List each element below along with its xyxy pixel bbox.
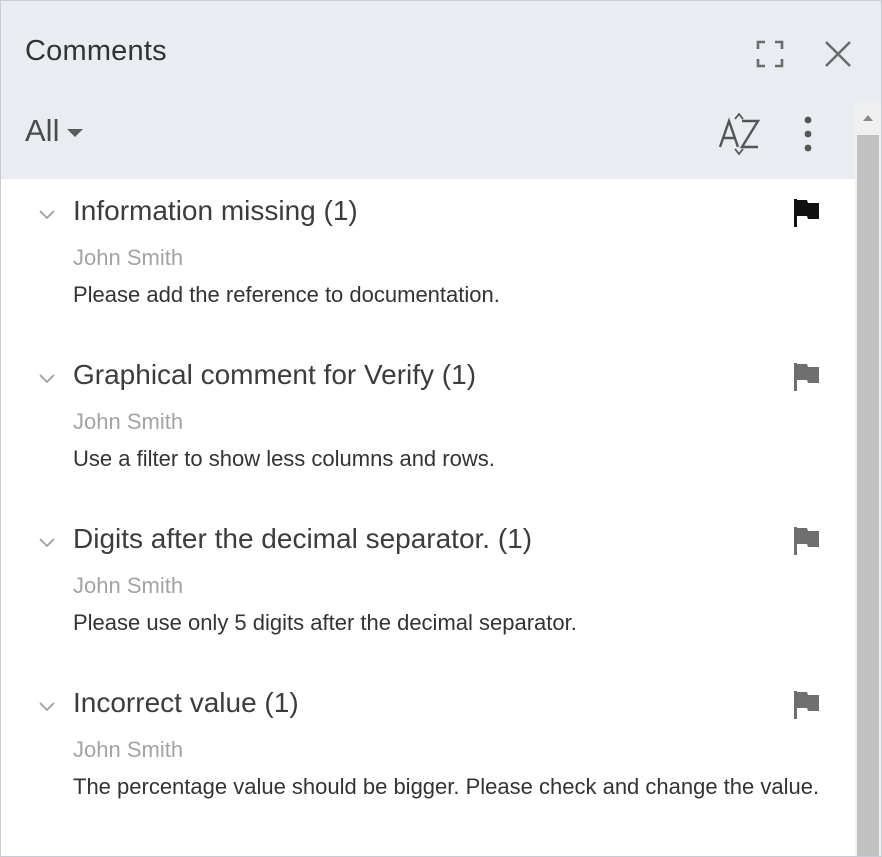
scroll-up-button[interactable] bbox=[855, 103, 881, 133]
flag-icon[interactable] bbox=[791, 197, 821, 229]
close-icon bbox=[825, 41, 851, 67]
scrollbar-thumb[interactable] bbox=[857, 135, 879, 856]
chevron-down-icon[interactable] bbox=[37, 535, 57, 549]
sort-button[interactable] bbox=[717, 113, 765, 155]
comment-text: Use a filter to show less columns and ro… bbox=[73, 446, 495, 471]
comments-panel: Comments All Information missing (1) Joh… bbox=[0, 0, 882, 857]
flag-icon[interactable] bbox=[791, 361, 821, 393]
sort-az-icon bbox=[718, 113, 761, 155]
comment-title[interactable]: Digits after the decimal separator. (1) bbox=[73, 523, 532, 555]
comment-author: John Smith bbox=[73, 737, 184, 762]
panel-title: Comments bbox=[25, 35, 167, 67]
comment-author: John Smith bbox=[73, 573, 184, 598]
chevron-down-icon[interactable] bbox=[37, 371, 57, 385]
chevron-down-icon[interactable] bbox=[37, 207, 57, 221]
close-button[interactable] bbox=[819, 35, 857, 73]
expand-icon bbox=[756, 40, 784, 68]
comment-author: John Smith bbox=[73, 245, 184, 270]
comment-title[interactable]: Information missing (1) bbox=[73, 195, 358, 227]
vertical-scrollbar[interactable] bbox=[855, 103, 881, 856]
flag-icon[interactable] bbox=[791, 689, 821, 721]
panel-header: Comments All bbox=[1, 1, 881, 179]
comment-title[interactable]: Incorrect value (1) bbox=[73, 687, 299, 719]
comments-list: Information missing (1) John Smith Pleas… bbox=[1, 179, 855, 856]
filter-dropdown[interactable]: All bbox=[25, 113, 84, 149]
expand-button[interactable] bbox=[753, 37, 787, 71]
comment-author: John Smith bbox=[73, 409, 184, 434]
flag-icon[interactable] bbox=[791, 525, 821, 557]
arrow-up-icon bbox=[863, 115, 873, 121]
comment-title[interactable]: Graphical comment for Verify (1) bbox=[73, 359, 476, 391]
comment-text: Please add the reference to documentatio… bbox=[73, 282, 500, 307]
filter-label: All bbox=[25, 113, 60, 148]
comment-text: The percentage value should be bigger. P… bbox=[73, 774, 820, 799]
more-vertical-icon bbox=[804, 116, 812, 152]
comment-text: Please use only 5 digits after the decim… bbox=[73, 610, 577, 635]
chevron-down-icon[interactable] bbox=[37, 699, 57, 713]
caret-down-icon bbox=[67, 129, 84, 137]
more-options-button[interactable] bbox=[791, 111, 825, 157]
